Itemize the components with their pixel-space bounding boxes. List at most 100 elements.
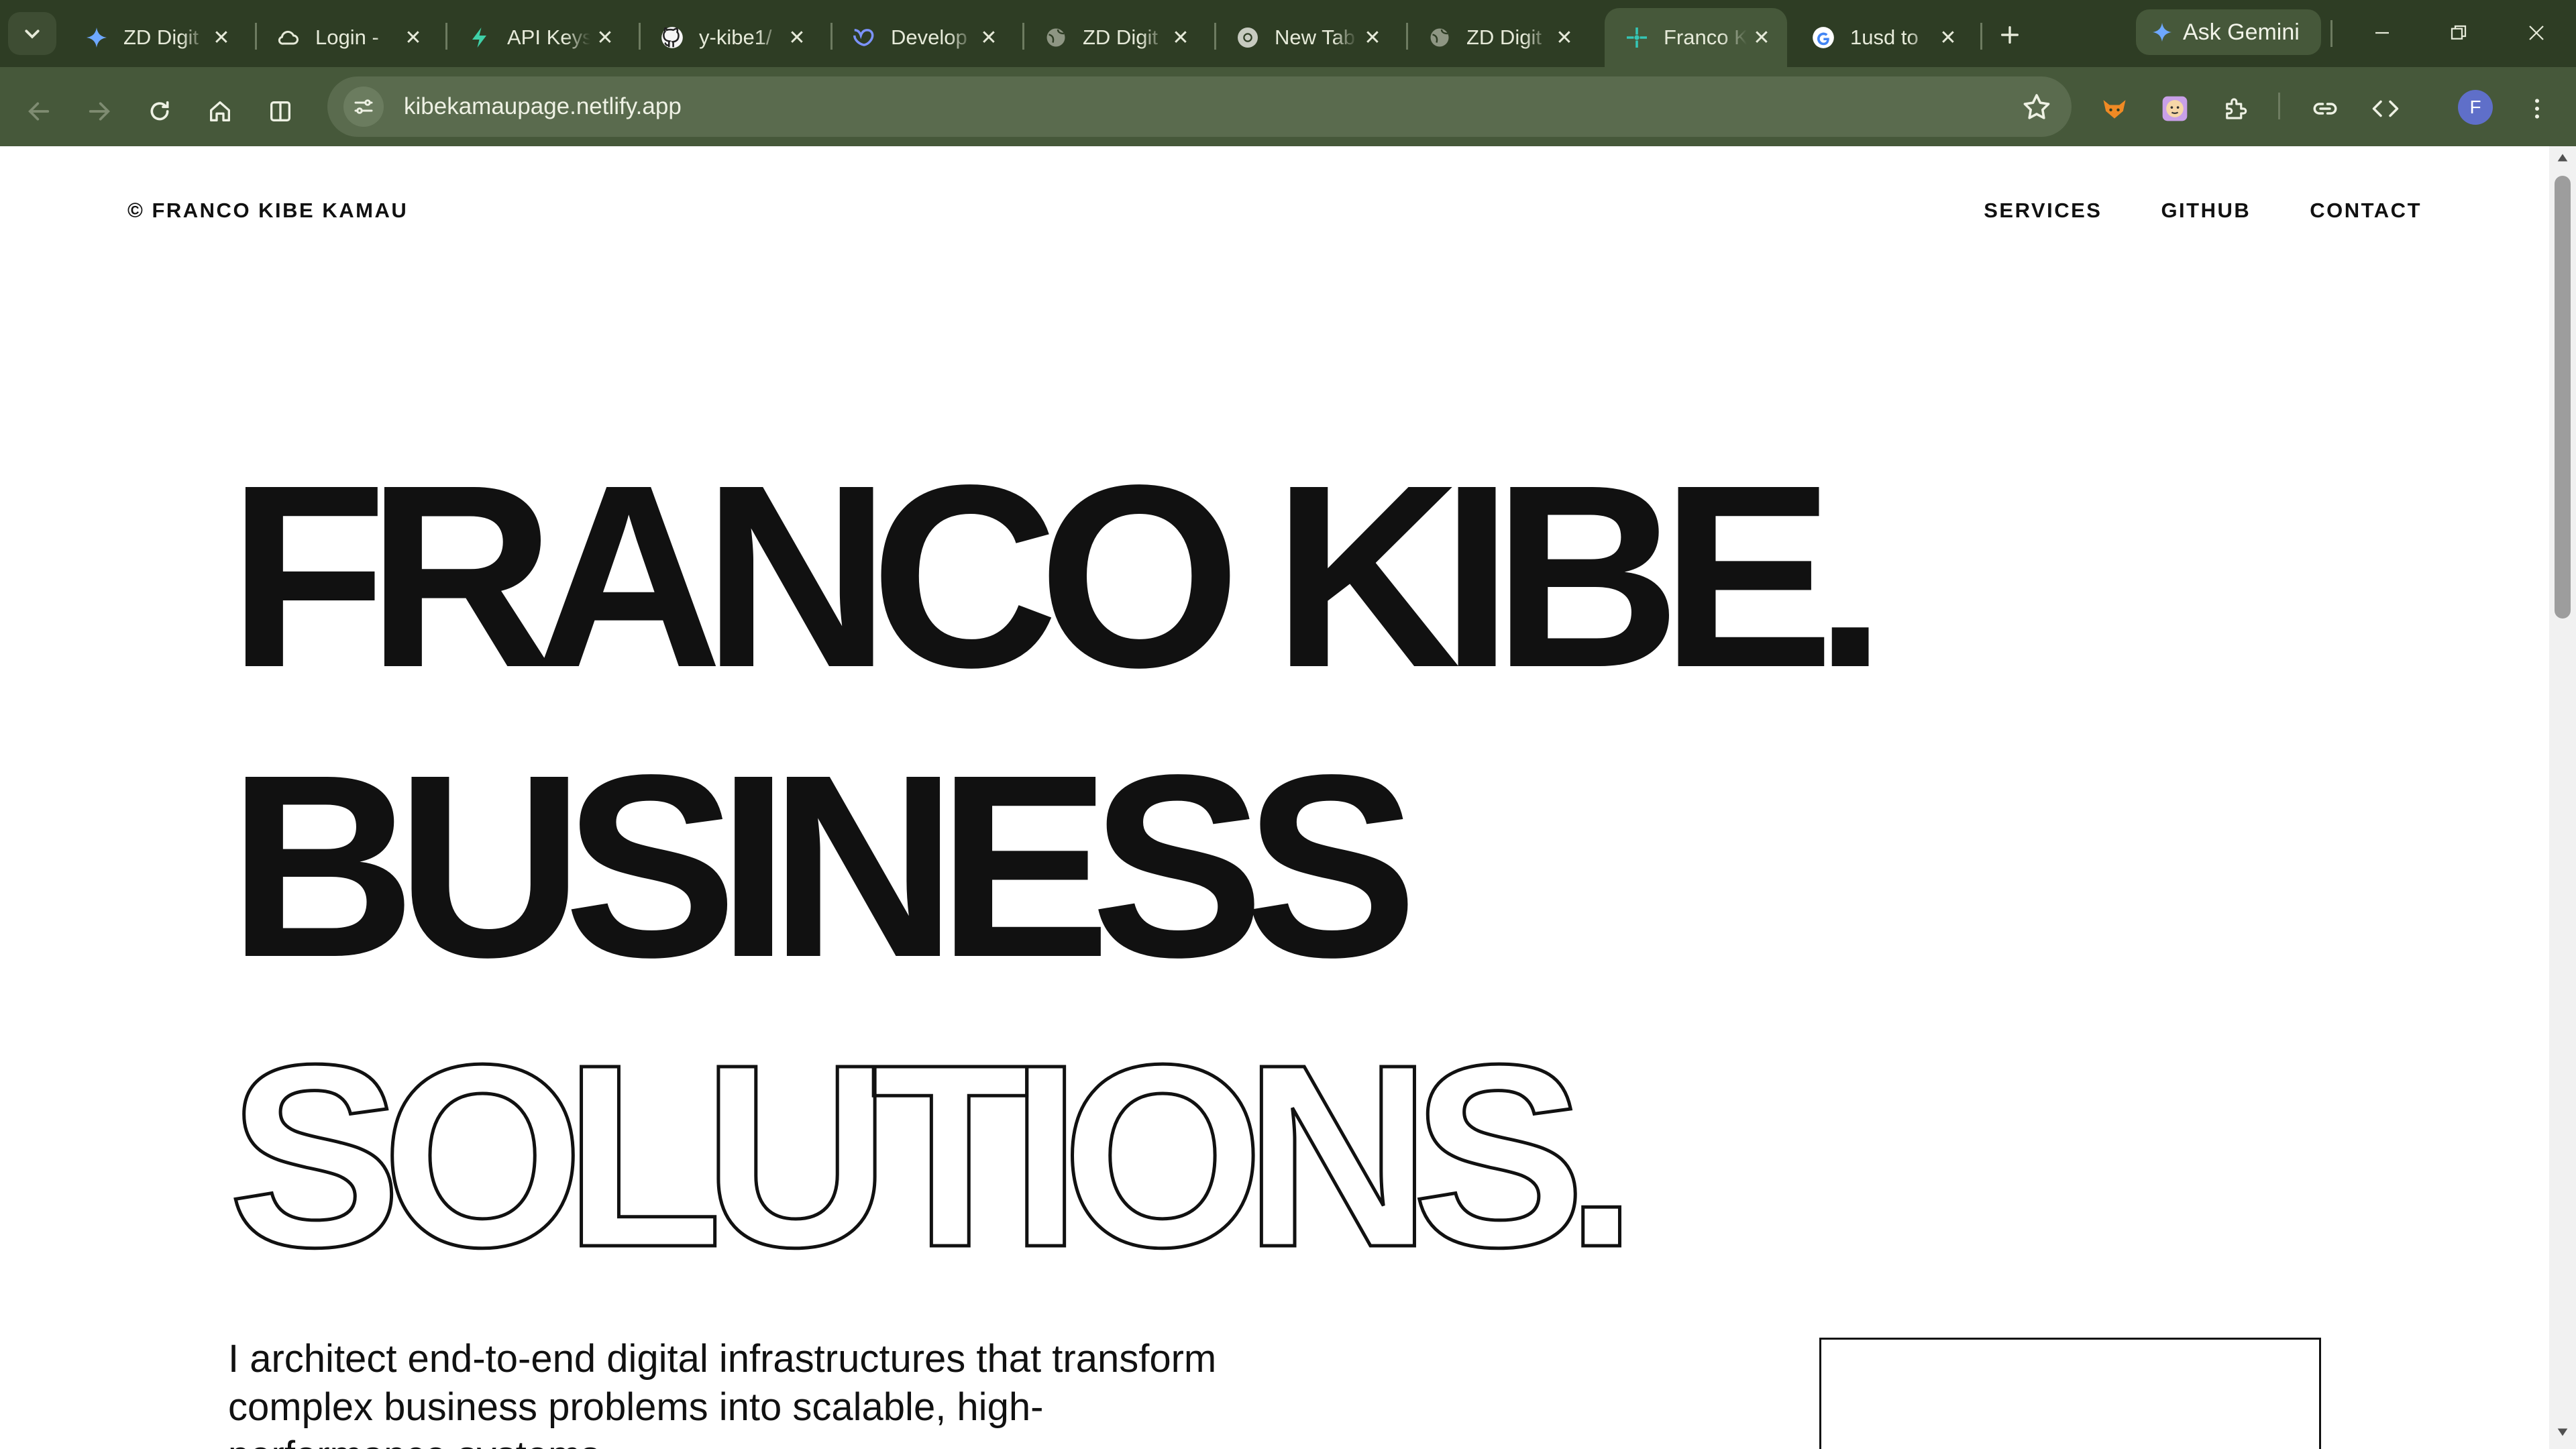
close-icon[interactable]: ✕ (1747, 23, 1776, 52)
ask-gemini-button[interactable]: Ask Gemini (2136, 9, 2321, 55)
site-settings-icon[interactable] (343, 87, 384, 127)
minimize-icon (2375, 32, 2389, 34)
reload-button[interactable] (138, 90, 181, 133)
tab-api-keys[interactable]: API Keys ✕ (448, 8, 631, 67)
close-icon (2529, 25, 2544, 40)
back-button[interactable] (17, 90, 60, 133)
outlined-card (1819, 1338, 2321, 1449)
minimize-button[interactable] (2345, 9, 2419, 56)
gemini-sparkle-icon (2152, 22, 2172, 42)
gemini-sparkle-icon (83, 24, 110, 51)
hero-lead-paragraph: I architect end-to-end digital infrastru… (228, 1337, 1217, 1449)
ask-gemini-label: Ask Gemini (2183, 19, 2300, 45)
tab-title: Develop (891, 25, 967, 49)
restore-icon (2451, 25, 2467, 40)
tab-title: Login - (315, 25, 379, 49)
tab-title: y-kibe1/ (699, 25, 772, 49)
web-page: © FRANCO KIBE KAMAU SERVICES GITHUB CONT… (0, 146, 2549, 1449)
devtools-button[interactable] (2364, 87, 2407, 130)
close-icon[interactable]: ✕ (974, 23, 1004, 52)
split-view-icon (270, 101, 290, 121)
scroll-up-arrow[interactable] (2549, 150, 2576, 170)
bookmark-star-icon[interactable] (2021, 91, 2053, 123)
code-icon (2372, 100, 2399, 117)
tab-zd-digit-2[interactable]: ZD Digit ✕ (1024, 8, 1206, 67)
nav-link-github[interactable]: GITHUB (2161, 199, 2251, 223)
tab-login[interactable]: Login - ✕ (256, 8, 439, 67)
split-view-button[interactable] (259, 90, 302, 133)
netlify-icon (1623, 24, 1650, 51)
globe-icon (1042, 24, 1069, 51)
tab-new-tab[interactable]: New Tab ✕ (1216, 8, 1398, 67)
page-scrollbar[interactable] (2549, 146, 2576, 1449)
extension-face-button[interactable] (2153, 87, 2196, 130)
share-link-button[interactable] (2304, 87, 2347, 130)
close-icon[interactable]: ✕ (1166, 23, 1195, 52)
tab-zd-digit-1[interactable]: ZD Digit ✕ (64, 8, 247, 67)
fox-extension-icon (2103, 100, 2126, 119)
hero-line-name: FRANCO KIBE. (228, 431, 1886, 722)
tab-zd-digit-3[interactable]: ZD Digit ✕ (1407, 8, 1590, 67)
toolbar-separator (2278, 93, 2280, 119)
tab-title: ZD Digit (1466, 25, 1542, 49)
restore-button[interactable] (2422, 9, 2496, 56)
hero-line-solutions-outline: SOLUTIONS. (226, 1011, 1639, 1301)
nav-link-contact[interactable]: CONTACT (2310, 199, 2422, 223)
github-icon (659, 24, 686, 51)
close-icon[interactable]: ✕ (207, 23, 236, 52)
browser-chrome: ZD Digit ✕ Login - ✕ API Keys ✕ y-kibe1/… (0, 0, 2576, 146)
tab-title: API Keys (507, 25, 590, 49)
browser-menu-button[interactable] (2516, 87, 2559, 130)
plus-icon (2000, 25, 2019, 44)
site-brand[interactable]: © FRANCO KIBE KAMAU (127, 199, 408, 223)
cloud-icon (275, 24, 302, 51)
scroll-down-arrow[interactable] (2549, 1425, 2576, 1445)
close-window-button[interactable] (2500, 9, 2573, 56)
reload-icon (150, 101, 169, 121)
more-vertical-icon (2535, 99, 2539, 119)
scrollbar-thumb[interactable] (2555, 176, 2571, 619)
address-bar[interactable]: kibekamaupage.netlify.app (327, 76, 2072, 137)
tab-title: 1usd to (1850, 25, 1919, 49)
globe-icon (1426, 24, 1453, 51)
chrome-icon (1234, 24, 1261, 51)
link-icon (2313, 103, 2337, 115)
triangle-up-icon (2557, 154, 2568, 162)
extension-fox-button[interactable] (2093, 87, 2136, 130)
bolt-icon (467, 24, 494, 51)
tab-strip: ZD Digit ✕ Login - ✕ API Keys ✕ y-kibe1/… (0, 0, 2576, 67)
tab-title: ZD Digit (123, 25, 199, 49)
hero-line-business: BUSINESS (228, 721, 1418, 1012)
tab-title: ZD Digit (1083, 25, 1158, 49)
triangle-down-icon (2557, 1428, 2568, 1436)
profile-avatar[interactable]: F (2458, 90, 2493, 125)
extensions-button[interactable] (2214, 87, 2257, 130)
developer-logo-icon (851, 24, 877, 51)
tab-franco-kibe-active[interactable]: Franco K ✕ (1605, 8, 1787, 67)
site-nav: SERVICES GITHUB CONTACT (1984, 199, 2422, 223)
chevron-down-icon (25, 30, 40, 39)
close-icon[interactable]: ✕ (782, 23, 812, 52)
puzzle-icon (2226, 98, 2247, 119)
home-button[interactable] (199, 90, 241, 133)
tab-google-search[interactable]: 1usd to ✕ (1791, 8, 1974, 67)
close-icon[interactable]: ✕ (398, 23, 428, 52)
close-icon[interactable]: ✕ (1550, 23, 1579, 52)
face-extension-icon (2162, 96, 2188, 121)
close-icon[interactable]: ✕ (590, 23, 620, 52)
home-icon (210, 101, 230, 121)
toolbar-separator (2330, 20, 2332, 47)
arrow-right-icon (89, 102, 110, 121)
new-tab-button[interactable] (1991, 16, 2029, 54)
tab-developer[interactable]: Develop ✕ (832, 8, 1014, 67)
tab-search-button[interactable] (8, 12, 56, 55)
close-icon[interactable]: ✕ (1933, 23, 1963, 52)
url-text[interactable]: kibekamaupage.netlify.app (404, 93, 682, 120)
close-icon[interactable]: ✕ (1358, 23, 1387, 52)
arrow-left-icon (28, 102, 50, 121)
google-icon (1810, 24, 1837, 51)
tab-separator (1980, 23, 1982, 50)
nav-link-services[interactable]: SERVICES (1984, 199, 2102, 223)
tab-github-repo[interactable]: y-kibe1/ ✕ (640, 8, 822, 67)
forward-button[interactable] (78, 90, 121, 133)
